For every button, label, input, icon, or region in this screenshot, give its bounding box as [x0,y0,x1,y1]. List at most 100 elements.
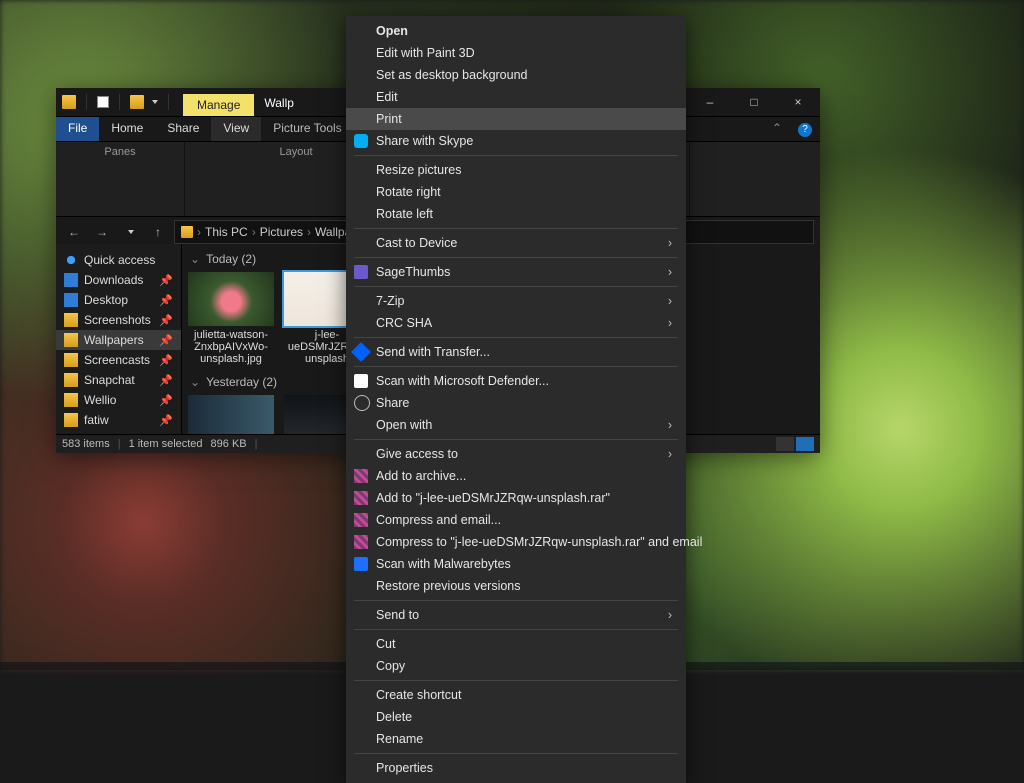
view-details-button[interactable] [776,437,794,451]
folder-icon [64,413,78,427]
thumbnail-image [188,272,274,326]
help-button[interactable]: ? [790,117,820,141]
breadcrumb-segment[interactable]: Pictures [260,225,303,239]
menu-item[interactable]: Send to› [346,604,686,626]
menu-item[interactable]: Cut [346,633,686,655]
menu-item[interactable]: Scan with Microsoft Defender... [346,370,686,392]
sidebar-item[interactable]: fatiw📌 [56,410,181,430]
maximize-button[interactable]: □ [732,88,776,116]
menu-item[interactable]: Rotate left [346,203,686,225]
menu-item-label: 7-Zip [376,294,404,308]
menu-item[interactable]: Cast to Device› [346,232,686,254]
menu-item-label: Copy [376,659,405,673]
menu-item[interactable]: Add to archive... [346,465,686,487]
menu-item-label: Share with Skype [376,134,473,148]
pin-icon: 📌 [159,414,173,427]
menu-item[interactable]: Print [346,108,686,130]
menu-item[interactable]: Edit with Paint 3D [346,42,686,64]
submenu-arrow-icon: › [668,236,672,250]
menu-item-label: Restore previous versions [376,579,521,593]
menu-item[interactable]: Open with› [346,414,686,436]
tab-home[interactable]: Home [99,117,155,141]
menu-item[interactable]: Share with Skype [346,130,686,152]
menu-item[interactable]: Resize pictures [346,159,686,181]
tab-view[interactable]: View [211,117,261,141]
minimize-button[interactable]: – [688,88,732,116]
sidebar-item[interactable]: Screencasts📌 [56,350,181,370]
menu-item[interactable]: Compress and email... [346,509,686,531]
menu-item-label: SageThumbs [376,265,450,279]
collapse-ribbon-button[interactable]: ⌃ [764,117,790,141]
sidebar-item-label: Downloads [84,273,143,287]
menu-item-label: Add to archive... [376,469,466,483]
sidebar-item[interactable]: Snapchat📌 [56,370,181,390]
file-thumbnail[interactable]: julietta-watson-ZnxbpAIVxWo-unsplash.jpg [188,272,274,365]
menu-separator [354,600,678,601]
tab-picture-tools[interactable]: Picture Tools [261,117,353,141]
menu-item[interactable]: Scan with Malwarebytes [346,553,686,575]
menu-item[interactable]: 7-Zip › [346,290,686,312]
pin-icon: 📌 [159,394,173,407]
close-button[interactable]: × [776,88,820,116]
forward-button[interactable]: → [90,220,114,244]
folder-icon [64,393,78,407]
sidebar-item[interactable]: Downloads📌 [56,270,181,290]
up-button[interactable]: ↑ [146,220,170,244]
breadcrumb-segment[interactable]: This PC [205,225,248,239]
folder-icon [64,273,78,287]
menu-item[interactable]: Edit [346,86,686,108]
menu-item[interactable]: Give access to› [346,443,686,465]
menu-separator [354,286,678,287]
back-button[interactable]: ← [62,220,86,244]
menu-item-icon [354,395,370,411]
qat-dropdown-icon[interactable] [152,100,158,104]
pin-icon: 📌 [159,294,173,307]
menu-item[interactable]: Share [346,392,686,414]
menu-separator [354,228,678,229]
menu-item-label: Set as desktop background [376,68,528,82]
sidebar-item-label: Screenshots [84,313,151,327]
sidebar-item-label: Screencasts [84,353,150,367]
menu-separator [354,680,678,681]
recent-dropdown[interactable] [118,220,142,244]
menu-item-label: Print [376,112,402,126]
menu-item[interactable]: Set as desktop background [346,64,686,86]
view-thumbnails-button[interactable] [796,437,814,451]
sidebar-item[interactable]: Wellio 📌 [56,390,181,410]
menu-item[interactable]: Copy [346,655,686,677]
menu-item[interactable]: Rename [346,728,686,750]
folder-icon [130,95,144,109]
pin-icon: 📌 [159,314,173,327]
menu-item[interactable]: Add to "j-lee-ueDSMrJZRqw-unsplash.rar" [346,487,686,509]
sidebar-item[interactable]: Screenshots 📌 [56,310,181,330]
sidebar-item[interactable]: Desktop📌 [56,290,181,310]
menu-item[interactable]: Delete [346,706,686,728]
menu-separator [354,439,678,440]
menu-item[interactable]: Open [346,20,686,42]
file-thumbnail[interactable] [188,395,274,435]
sidebar-item[interactable]: Wallpapers📌 [56,330,181,350]
sidebar-item-label: Wellio [84,393,116,407]
submenu-arrow-icon: › [668,265,672,279]
menu-item-label: Create shortcut [376,688,461,702]
submenu-arrow-icon: › [668,294,672,308]
menu-item[interactable]: Restore previous versions [346,575,686,597]
sidebar-quick-access[interactable]: Quick access [56,250,181,270]
menu-item[interactable]: CRC SHA› [346,312,686,334]
menu-item[interactable]: Compress to "j-lee-ueDSMrJZRqw-unsplash.… [346,531,686,553]
menu-item[interactable]: Send with Transfer... [346,341,686,363]
tab-file[interactable]: File [56,117,99,141]
sidebar-item-label: Snapchat [84,373,135,387]
menu-item[interactable]: Rotate right [346,181,686,203]
tab-share[interactable]: Share [155,117,211,141]
qat-checkbox-icon[interactable] [97,96,109,108]
chevron-down-icon: ⌄ [190,252,200,266]
menu-item-label: Resize pictures [376,163,461,177]
menu-item-icon [354,557,368,571]
menu-item[interactable]: Create shortcut [346,684,686,706]
manage-contextual-tab[interactable]: Manage [183,94,254,116]
menu-item-label: Scan with Microsoft Defender... [376,374,549,388]
menu-item[interactable]: SageThumbs › [346,261,686,283]
menu-item[interactable]: Properties [346,757,686,779]
folder-icon [64,313,78,327]
